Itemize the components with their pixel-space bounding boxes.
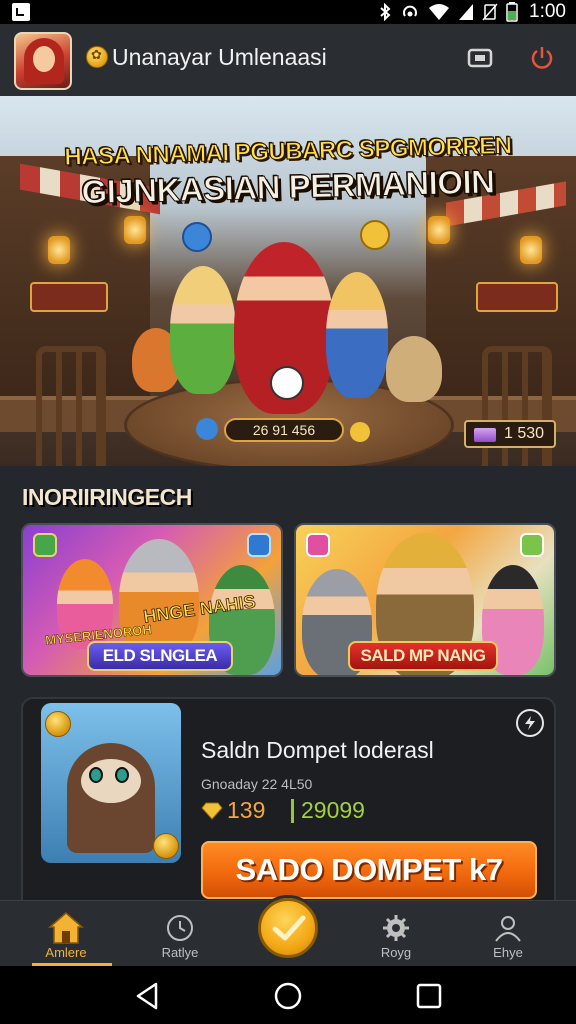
chat-icon <box>520 533 544 557</box>
hotspot-icon <box>403 5 417 17</box>
gem-heart-icon <box>201 802 223 820</box>
lamp-icon <box>48 236 70 264</box>
system-nav-bar <box>0 966 576 1024</box>
mascot-eye <box>115 767 129 783</box>
battery-icon <box>506 2 518 22</box>
mascot-eye <box>89 767 103 783</box>
card-label: SALD MP NANG <box>348 641 498 671</box>
no-sim-icon <box>482 3 498 21</box>
wifi-icon <box>429 4 449 20</box>
shield-icon <box>33 533 57 557</box>
girl-character-green <box>170 266 236 394</box>
center-action-button[interactable] <box>258 898 318 958</box>
hero-banner[interactable]: HASA NNAMAI PGUBARC SPGMORREN GIJNKASIAN… <box>0 96 576 466</box>
lamp-icon <box>520 236 542 264</box>
status-icons <box>378 2 518 22</box>
wallet-gold-value: 139 <box>227 797 266 823</box>
wallet-title: Saldn Dompet loderasl <box>201 737 434 763</box>
nav-item-ratlye[interactable]: Ratlye <box>140 909 220 965</box>
nav-item-home[interactable]: Amlere <box>26 909 106 965</box>
nav-label: Ehye <box>493 945 523 960</box>
wallet-subtitle: Gnoaday 22 4L50 <box>201 776 313 792</box>
share-button[interactable] <box>516 709 544 737</box>
scene-sign-left <box>30 282 108 312</box>
nav-label: Royg <box>380 945 412 960</box>
card-label: ELD SLNGLEA <box>87 641 233 671</box>
power-icon <box>531 47 553 69</box>
value-divider <box>291 799 294 823</box>
clock-icon <box>167 915 193 941</box>
nav-item-royg[interactable]: Royg <box>356 909 436 965</box>
status-bar: 1:00 <box>0 0 576 24</box>
ticket-value: 1 530 <box>504 425 545 442</box>
avatar[interactable] <box>14 32 72 90</box>
wallet-green-value: 29099 <box>301 797 365 823</box>
home-circle-icon[interactable] <box>273 981 303 1011</box>
heart-coin-icon <box>350 422 370 442</box>
boy-character-blue <box>326 272 388 398</box>
chat-bubble-icon <box>182 222 212 252</box>
mascot-image <box>41 703 181 863</box>
badge-emblem-icon <box>270 366 304 400</box>
power-button[interactable] <box>528 44 556 72</box>
wallet-panel: Saldn Dompet loderasl Gnoaday 22 4L50 13… <box>21 697 556 912</box>
recents-icon[interactable] <box>415 982 443 1010</box>
person-icon <box>495 916 521 942</box>
ticket-pill[interactable]: 1 530 <box>464 420 556 448</box>
wallet-icon-button[interactable] <box>466 44 494 72</box>
coin-icon <box>153 833 179 859</box>
lightning-icon <box>525 716 535 730</box>
coin-icon <box>45 711 71 737</box>
cat-character <box>386 336 442 402</box>
nav-label: Amlere <box>45 945 87 960</box>
coin-icon <box>86 46 108 68</box>
home-icon <box>48 912 84 944</box>
notification-icon <box>12 3 30 21</box>
check-icon <box>272 915 306 941</box>
avatar-face <box>33 46 55 72</box>
section-title: INORIIRINGECH <box>22 484 192 510</box>
clock-time: 1:00 <box>529 1 566 22</box>
gem-icon <box>196 418 218 440</box>
back-icon[interactable] <box>134 982 160 1010</box>
trophy-icon <box>247 533 271 557</box>
mascot-face <box>81 759 141 803</box>
gear-icon <box>383 915 409 941</box>
score-pill: 26 91 456 <box>224 418 344 442</box>
smile-bubble-icon <box>360 220 390 250</box>
lamp-icon <box>428 216 450 244</box>
wallet-action-button[interactable]: SADO DOMPET k7 <box>201 841 537 899</box>
heart-icon <box>306 533 330 557</box>
app-screen: 1:00 Unanayar Umlenaasi <box>0 0 576 1024</box>
wallet-icon <box>467 48 493 68</box>
app-header: Unanayar Umlenaasi <box>0 24 576 96</box>
scene-chair-right <box>482 346 552 466</box>
ticket-icon <box>474 428 496 442</box>
nav-item-ehye[interactable]: Ehye <box>468 909 548 965</box>
game-card-1[interactable]: HNGE NAHIS MYSERIENOROH ELD SLNGLEA <box>21 523 283 677</box>
lamp-icon <box>124 216 146 244</box>
scene-sign-right <box>476 282 558 312</box>
app-title: Unanayar Umlenaasi <box>112 44 327 70</box>
bluetooth-icon <box>380 3 391 21</box>
scene-chair-left <box>36 346 106 466</box>
nav-label: Ratlye <box>161 945 199 960</box>
signal-icon <box>459 4 473 20</box>
game-card-2[interactable]: SALD MP NANG <box>294 523 556 677</box>
